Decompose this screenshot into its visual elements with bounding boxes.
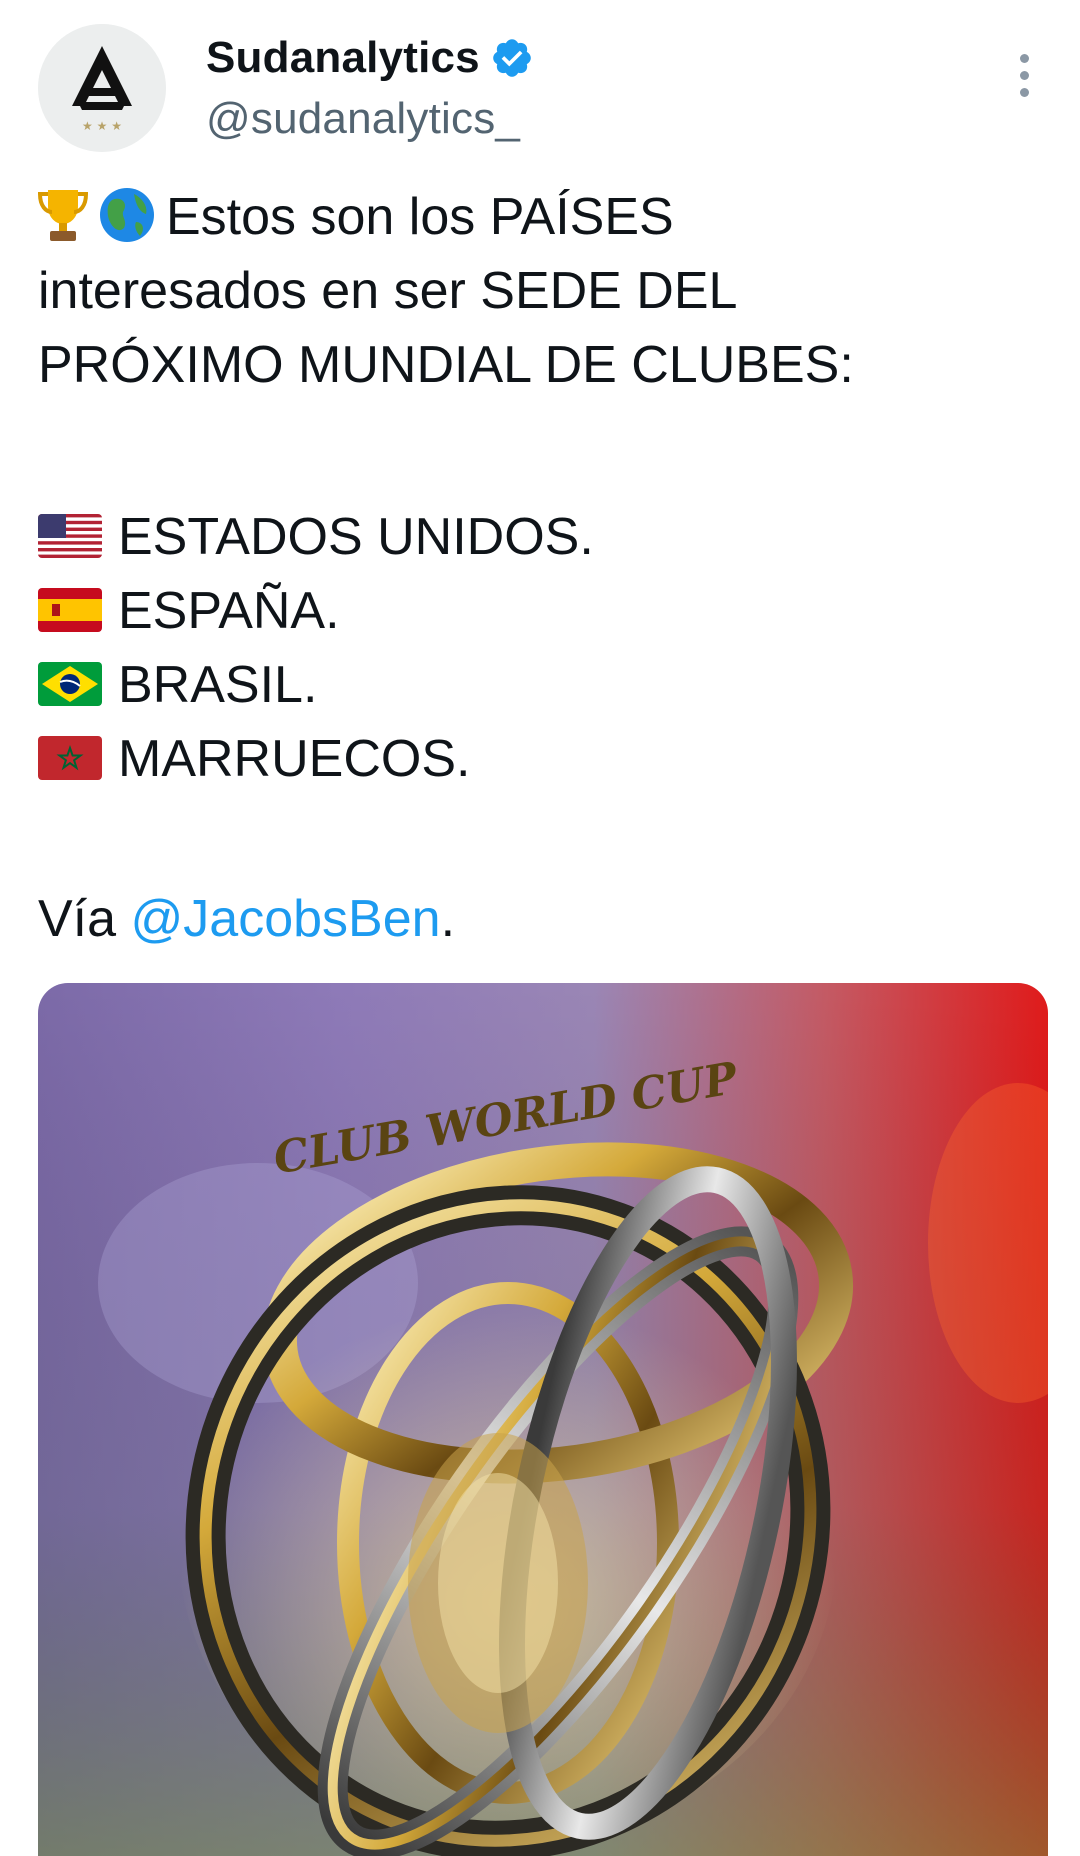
tweet-text-line-1: Estos son los PAÍSES xyxy=(166,188,674,246)
country-item-usa: ESTADOS UNIDOS. xyxy=(38,500,1048,574)
tweet-media-image[interactable]: CLUB WORLD CUP xyxy=(38,983,1048,1856)
via-suffix: . xyxy=(440,890,456,948)
flag-morocco-icon xyxy=(38,736,102,780)
via-line: Vía @JacobsBen. xyxy=(38,882,1048,956)
country-name: ESTADOS UNIDOS. xyxy=(118,508,594,566)
account-names: Sudanalytics @sudanalytics_ xyxy=(206,32,534,144)
mention-link[interactable]: @JacobsBen xyxy=(131,890,441,948)
tweet-text: Estos son los PAÍSES interesados en ser … xyxy=(38,180,1048,956)
tweet-line-2: interesados en ser SEDE DEL xyxy=(38,262,738,320)
club-world-cup-trophy-photo-icon: CLUB WORLD CUP xyxy=(38,983,1048,1856)
flag-spain-icon xyxy=(38,588,102,632)
country-item-spain: ESPAÑA. xyxy=(38,574,1048,648)
globe-emoji-icon xyxy=(100,188,154,242)
flag-usa-icon xyxy=(38,514,102,558)
display-name[interactable]: Sudanalytics xyxy=(206,33,480,83)
country-name: BRASIL. xyxy=(118,656,318,714)
svg-text:★ ★ ★: ★ ★ ★ xyxy=(82,119,122,133)
country-item-brazil: BRASIL. xyxy=(38,648,1048,722)
country-name: ESPAÑA. xyxy=(118,582,340,640)
country-item-morocco: MARRUECOS. xyxy=(38,722,1048,796)
via-label: Vía xyxy=(38,890,131,948)
country-name: MARRUECOS. xyxy=(118,730,471,788)
more-vertical-icon[interactable] xyxy=(1014,54,1034,100)
handle[interactable]: @sudanalytics_ xyxy=(206,94,534,144)
verified-badge-icon xyxy=(493,39,531,77)
sudanalytics-logo-icon: ★ ★ ★ xyxy=(38,24,166,152)
tweet-header: ★ ★ ★ Sudanalytics @sudanalytics_ xyxy=(38,24,1048,154)
avatar[interactable]: ★ ★ ★ xyxy=(38,24,166,152)
trophy-emoji-icon xyxy=(38,190,88,241)
tweet-line-1: Estos son los PAÍSES xyxy=(38,180,1048,254)
tweet-line-3: PRÓXIMO MUNDIAL DE CLUBES: xyxy=(38,336,854,394)
flag-brazil-icon xyxy=(38,662,102,706)
